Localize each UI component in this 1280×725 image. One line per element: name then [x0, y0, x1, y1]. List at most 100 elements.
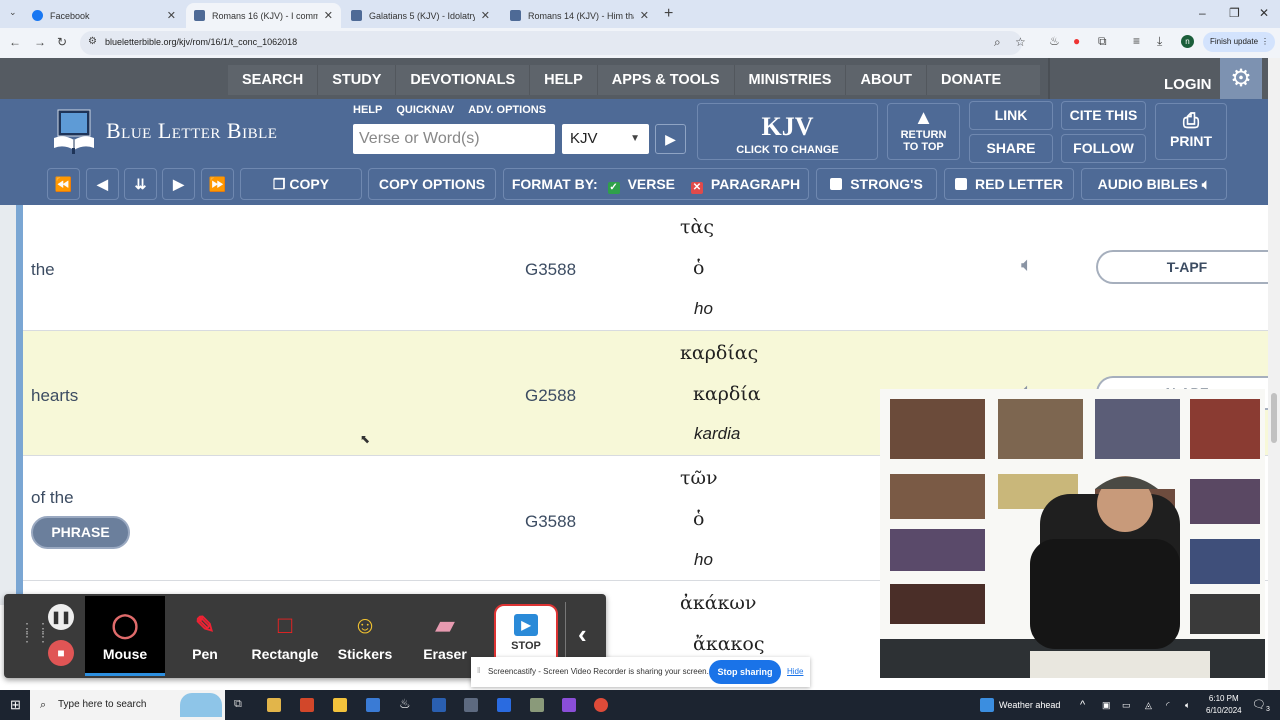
phrase-button[interactable]: PHRASE — [31, 516, 130, 549]
close-tab-icon[interactable]: ✕ — [324, 9, 333, 22]
page-scrollbar[interactable] — [1268, 58, 1280, 690]
reading-list-icon[interactable]: ≡ — [1133, 34, 1140, 48]
quicknav-link[interactable]: QUICKNAV — [396, 104, 454, 116]
zoom-icon[interactable]: ⌕ — [994, 35, 1001, 50]
meet-now-icon[interactable]: ▣ — [1102, 690, 1111, 720]
webcam-overlay[interactable] — [880, 389, 1265, 678]
version-select[interactable]: KJV ▼ — [562, 124, 649, 154]
screencastify-extension-icon[interactable]: ● — [1073, 34, 1080, 48]
return-to-top-button[interactable]: ▲ RETURN TO TOP — [887, 103, 960, 160]
blb-logo-icon[interactable] — [52, 108, 98, 159]
close-tab-icon[interactable]: ✕ — [481, 9, 490, 22]
photo-app-icon[interactable] — [530, 698, 544, 712]
document-scan-icon[interactable] — [497, 698, 511, 712]
logos-app-icon[interactable]: ♨ — [399, 696, 411, 712]
audio-bibles-button[interactable]: AUDIO BIBLES 🔈︎ — [1081, 168, 1227, 200]
verse-option[interactable]: VERSE — [628, 176, 675, 192]
reload-icon[interactable]: ↻ — [57, 35, 67, 49]
tab-romans-16[interactable]: Romans 16 (KJV) - I commend ✕ — [186, 3, 341, 28]
stop-sharing-button[interactable]: Stop sharing — [709, 660, 781, 684]
network-icon[interactable]: ◬ — [1145, 690, 1152, 720]
forward-icon[interactable]: → — [34, 35, 46, 49]
finish-update-button[interactable]: Finish update ⋮ — [1203, 32, 1275, 52]
windows-start-icon[interactable]: ⊞ — [10, 697, 21, 713]
collapse-chevron-icon[interactable]: ‹ — [578, 619, 587, 650]
hide-link[interactable]: Hide — [787, 667, 803, 676]
help-link[interactable]: HELP — [353, 104, 382, 116]
bookmark-star-icon[interactable]: ☆ — [1015, 35, 1026, 49]
new-tab-button[interactable]: + — [664, 5, 673, 23]
pronunciation-speaker-icon[interactable]: 🔈︎ — [1021, 254, 1033, 277]
menu-apps-tools[interactable]: APPS & TOOLS — [598, 65, 735, 95]
site-info-icon[interactable]: ⚙ — [88, 36, 97, 47]
powerpoint-icon[interactable] — [300, 698, 314, 712]
clipchamp-icon[interactable] — [562, 698, 576, 712]
english-word[interactable]: the — [31, 260, 55, 280]
task-view-icon[interactable]: ⧉ — [234, 698, 242, 711]
version-change-button[interactable]: KJV CLICK TO CHANGE — [697, 103, 878, 160]
tab-search-icon[interactable]: ⌄ — [9, 7, 17, 18]
taskbar-search-box[interactable]: ⌕ Type here to search — [30, 690, 225, 720]
menu-about[interactable]: ABOUT — [846, 65, 928, 95]
copy-button[interactable]: ❐ COPY — [240, 168, 362, 200]
profile-avatar[interactable]: n — [1181, 35, 1194, 48]
last-chapter-button[interactable]: ⏩ — [201, 168, 234, 200]
cite-this-button[interactable]: CITE THIS — [1061, 101, 1146, 130]
menu-devotionals[interactable]: DEVOTIONALS — [396, 65, 531, 95]
login-link[interactable]: LOGIN — [1164, 76, 1212, 93]
next-verse-button[interactable]: ▶ — [162, 168, 195, 200]
drag-grip-icon[interactable]: ‖ — [477, 666, 480, 675]
follow-button[interactable]: FOLLOW — [1061, 134, 1146, 163]
verse-search-input[interactable] — [353, 124, 555, 154]
word-icon[interactable] — [432, 698, 446, 712]
english-word[interactable]: hearts — [31, 386, 78, 406]
close-window-icon[interactable]: ✕ — [1259, 6, 1269, 20]
jump-down-button[interactable]: ⇊ — [124, 168, 157, 200]
tool-stickers[interactable]: ☺ Stickers — [325, 596, 405, 676]
address-bar[interactable]: ⚙ blueletterbible.org/kjv/rom/16/1/t_con… — [80, 31, 1026, 55]
chrome-icon[interactable] — [594, 698, 608, 712]
adv-options-link[interactable]: ADV. OPTIONS — [468, 104, 546, 116]
wifi-icon[interactable]: ◜ — [1166, 690, 1170, 720]
english-word[interactable]: of the — [31, 488, 74, 508]
store-icon[interactable] — [366, 698, 380, 712]
tool-rectangle[interactable]: □ Rectangle — [245, 596, 325, 676]
paragraph-option[interactable]: PARAGRAPH — [711, 176, 800, 192]
close-tab-icon[interactable]: ✕ — [167, 9, 176, 22]
close-tab-icon[interactable]: ✕ — [640, 9, 649, 22]
strongs-toggle[interactable]: STRONG'S — [816, 168, 937, 200]
extensions-puzzle-icon[interactable]: ⧉ — [1098, 34, 1107, 49]
pause-recording-button[interactable]: ❚❚ — [48, 604, 74, 630]
extension-flame-icon[interactable]: ♨ — [1049, 34, 1060, 48]
camera-icon[interactable] — [464, 698, 478, 712]
tab-facebook[interactable]: Facebook ✕ — [24, 3, 184, 28]
share-button[interactable]: SHARE — [969, 134, 1053, 163]
paragraph-checkbox-icon[interactable]: ✕ — [690, 182, 703, 194]
bible-app-icon[interactable] — [267, 698, 281, 712]
search-go-button[interactable]: ▶ — [655, 124, 686, 154]
menu-study[interactable]: STUDY — [318, 65, 397, 95]
strongs-number-link[interactable]: G3588 — [525, 512, 576, 532]
previous-verse-button[interactable]: ◀ — [86, 168, 119, 200]
menu-ministries[interactable]: MINISTRIES — [735, 65, 847, 95]
volume-icon[interactable]: 🔈︎ — [1185, 690, 1190, 720]
restore-icon[interactable]: ❐ — [1229, 6, 1240, 20]
file-explorer-icon[interactable] — [333, 698, 347, 712]
drag-handle-icon[interactable]: ⋮⋮ ⋮⋮ — [20, 621, 52, 643]
tab-romans-14[interactable]: Romans 14 (KJV) - Him that is ✕ — [502, 3, 657, 28]
battery-icon[interactable]: ▭ — [1122, 690, 1131, 720]
download-icon[interactable]: ⤓ — [1157, 34, 1162, 49]
parsing-button[interactable]: T-APF — [1096, 250, 1276, 284]
stop-recording-square-button[interactable]: ■ — [48, 640, 74, 666]
more-menu-icon[interactable]: ⋮ — [1261, 32, 1269, 52]
minimize-icon[interactable]: – — [1199, 6, 1206, 20]
menu-search[interactable]: SEARCH — [228, 65, 319, 95]
show-hidden-icons-chevron-icon[interactable]: ^ — [1080, 690, 1085, 720]
weather-text[interactable]: Weather ahead — [999, 690, 1060, 720]
copy-options-button[interactable]: COPY OPTIONS — [368, 168, 496, 200]
tab-galatians-5[interactable]: Galatians 5 (KJV) - Idolatry, wit ✕ — [343, 3, 498, 28]
link-button[interactable]: LINK — [969, 101, 1053, 130]
first-chapter-button[interactable]: ⏪ — [47, 168, 80, 200]
settings-gear-icon[interactable]: ⚙ — [1220, 58, 1262, 99]
strongs-number-link[interactable]: G2588 — [525, 386, 576, 406]
